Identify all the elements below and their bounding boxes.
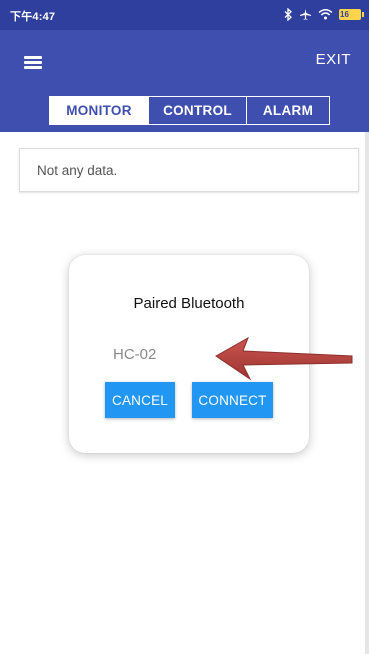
battery-level: 16 xyxy=(340,9,349,19)
wifi-icon xyxy=(318,8,333,20)
dialog-title: Paired Bluetooth xyxy=(133,295,245,312)
connect-button[interactable]: CONNECT xyxy=(192,382,273,418)
empty-data-message: Not any data. xyxy=(37,163,118,178)
airplane-icon xyxy=(299,8,312,21)
exit-button[interactable]: EXIT xyxy=(312,49,355,70)
device-list-item[interactable]: HC-02 xyxy=(113,346,156,363)
tab-alarm[interactable]: ALARM xyxy=(246,97,329,124)
status-time: 下午4:47 xyxy=(10,11,56,23)
status-icons: 16 xyxy=(284,6,364,22)
bluetooth-icon xyxy=(284,7,293,21)
app-bar: EXIT MONITOR CONTROL ALARM xyxy=(0,30,369,132)
status-bar: 下午4:47 16 xyxy=(0,0,369,30)
tab-monitor[interactable]: MONITOR xyxy=(50,97,148,124)
tab-bar: MONITOR CONTROL ALARM xyxy=(49,96,330,125)
annotation-arrow-icon xyxy=(215,336,353,381)
monitor-data-card: Not any data. xyxy=(19,148,359,192)
battery-icon: 16 xyxy=(339,8,364,20)
menu-icon[interactable] xyxy=(16,50,52,74)
cancel-button[interactable]: CANCEL xyxy=(105,382,175,418)
tab-control[interactable]: CONTROL xyxy=(148,97,246,124)
